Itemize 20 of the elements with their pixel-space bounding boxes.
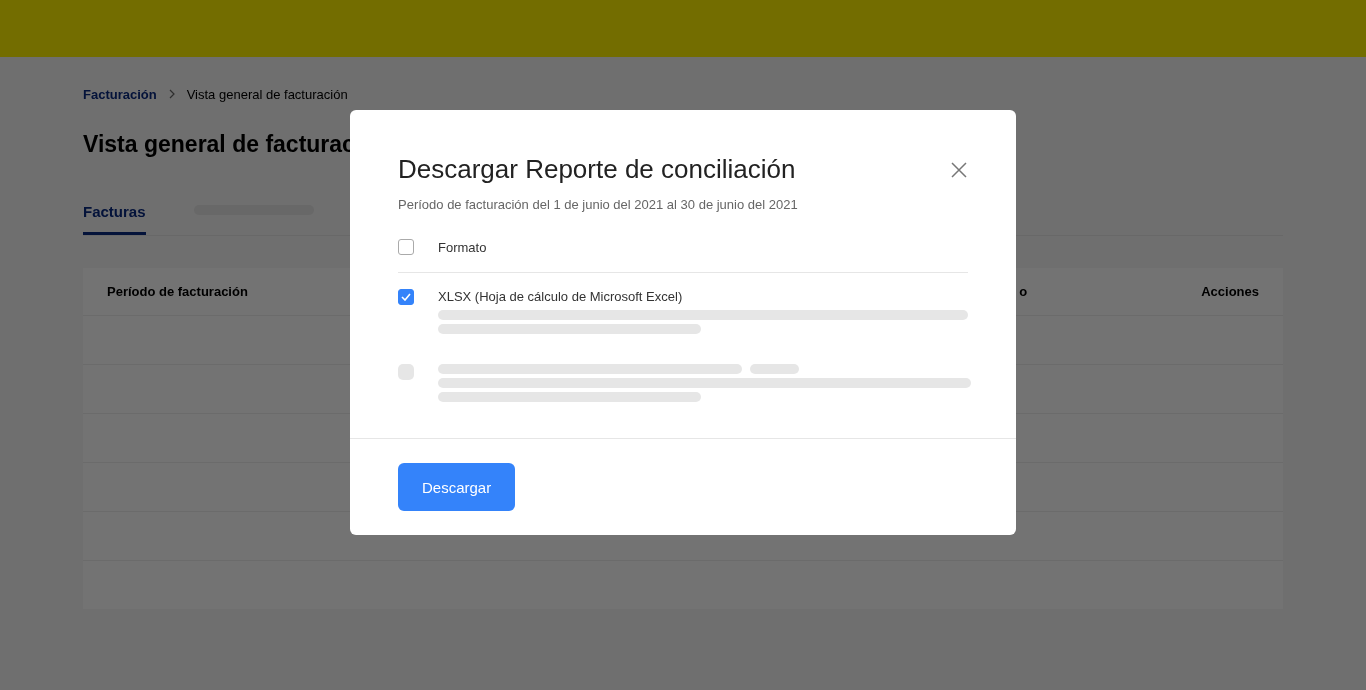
close-icon [950,160,968,179]
breadcrumb-link[interactable]: Facturación [83,86,157,102]
checkbox-label: XLSX (Hoja de cálculo de Microsoft Excel) [438,289,684,304]
column-header: Acciones [1201,284,1259,299]
check-icon [401,293,411,301]
breadcrumb-current: Vista general de facturación [186,86,348,102]
download-button[interactable]: Descargar [398,463,516,511]
tab[interactable]: Facturas [83,197,146,235]
column-header: o [1019,284,1028,299]
dialog-subtitle: Período de facturación del 1 de junio del 2021 al 30 de junio del 2021 [398,197,799,212]
loading-placeholder [750,364,799,374]
column-header: Período de facturación [107,284,248,299]
dialog-title: Descargar Reporte de conciliación [398,154,796,185]
checkbox[interactable] [398,239,414,255]
checkbox-label: Formato [438,239,487,255]
checkbox[interactable] [398,289,414,305]
page-title: Vista general de facturac [83,131,356,159]
chevron-right-icon [168,89,175,99]
close-button[interactable] [950,160,968,179]
loading-placeholder [398,364,414,380]
